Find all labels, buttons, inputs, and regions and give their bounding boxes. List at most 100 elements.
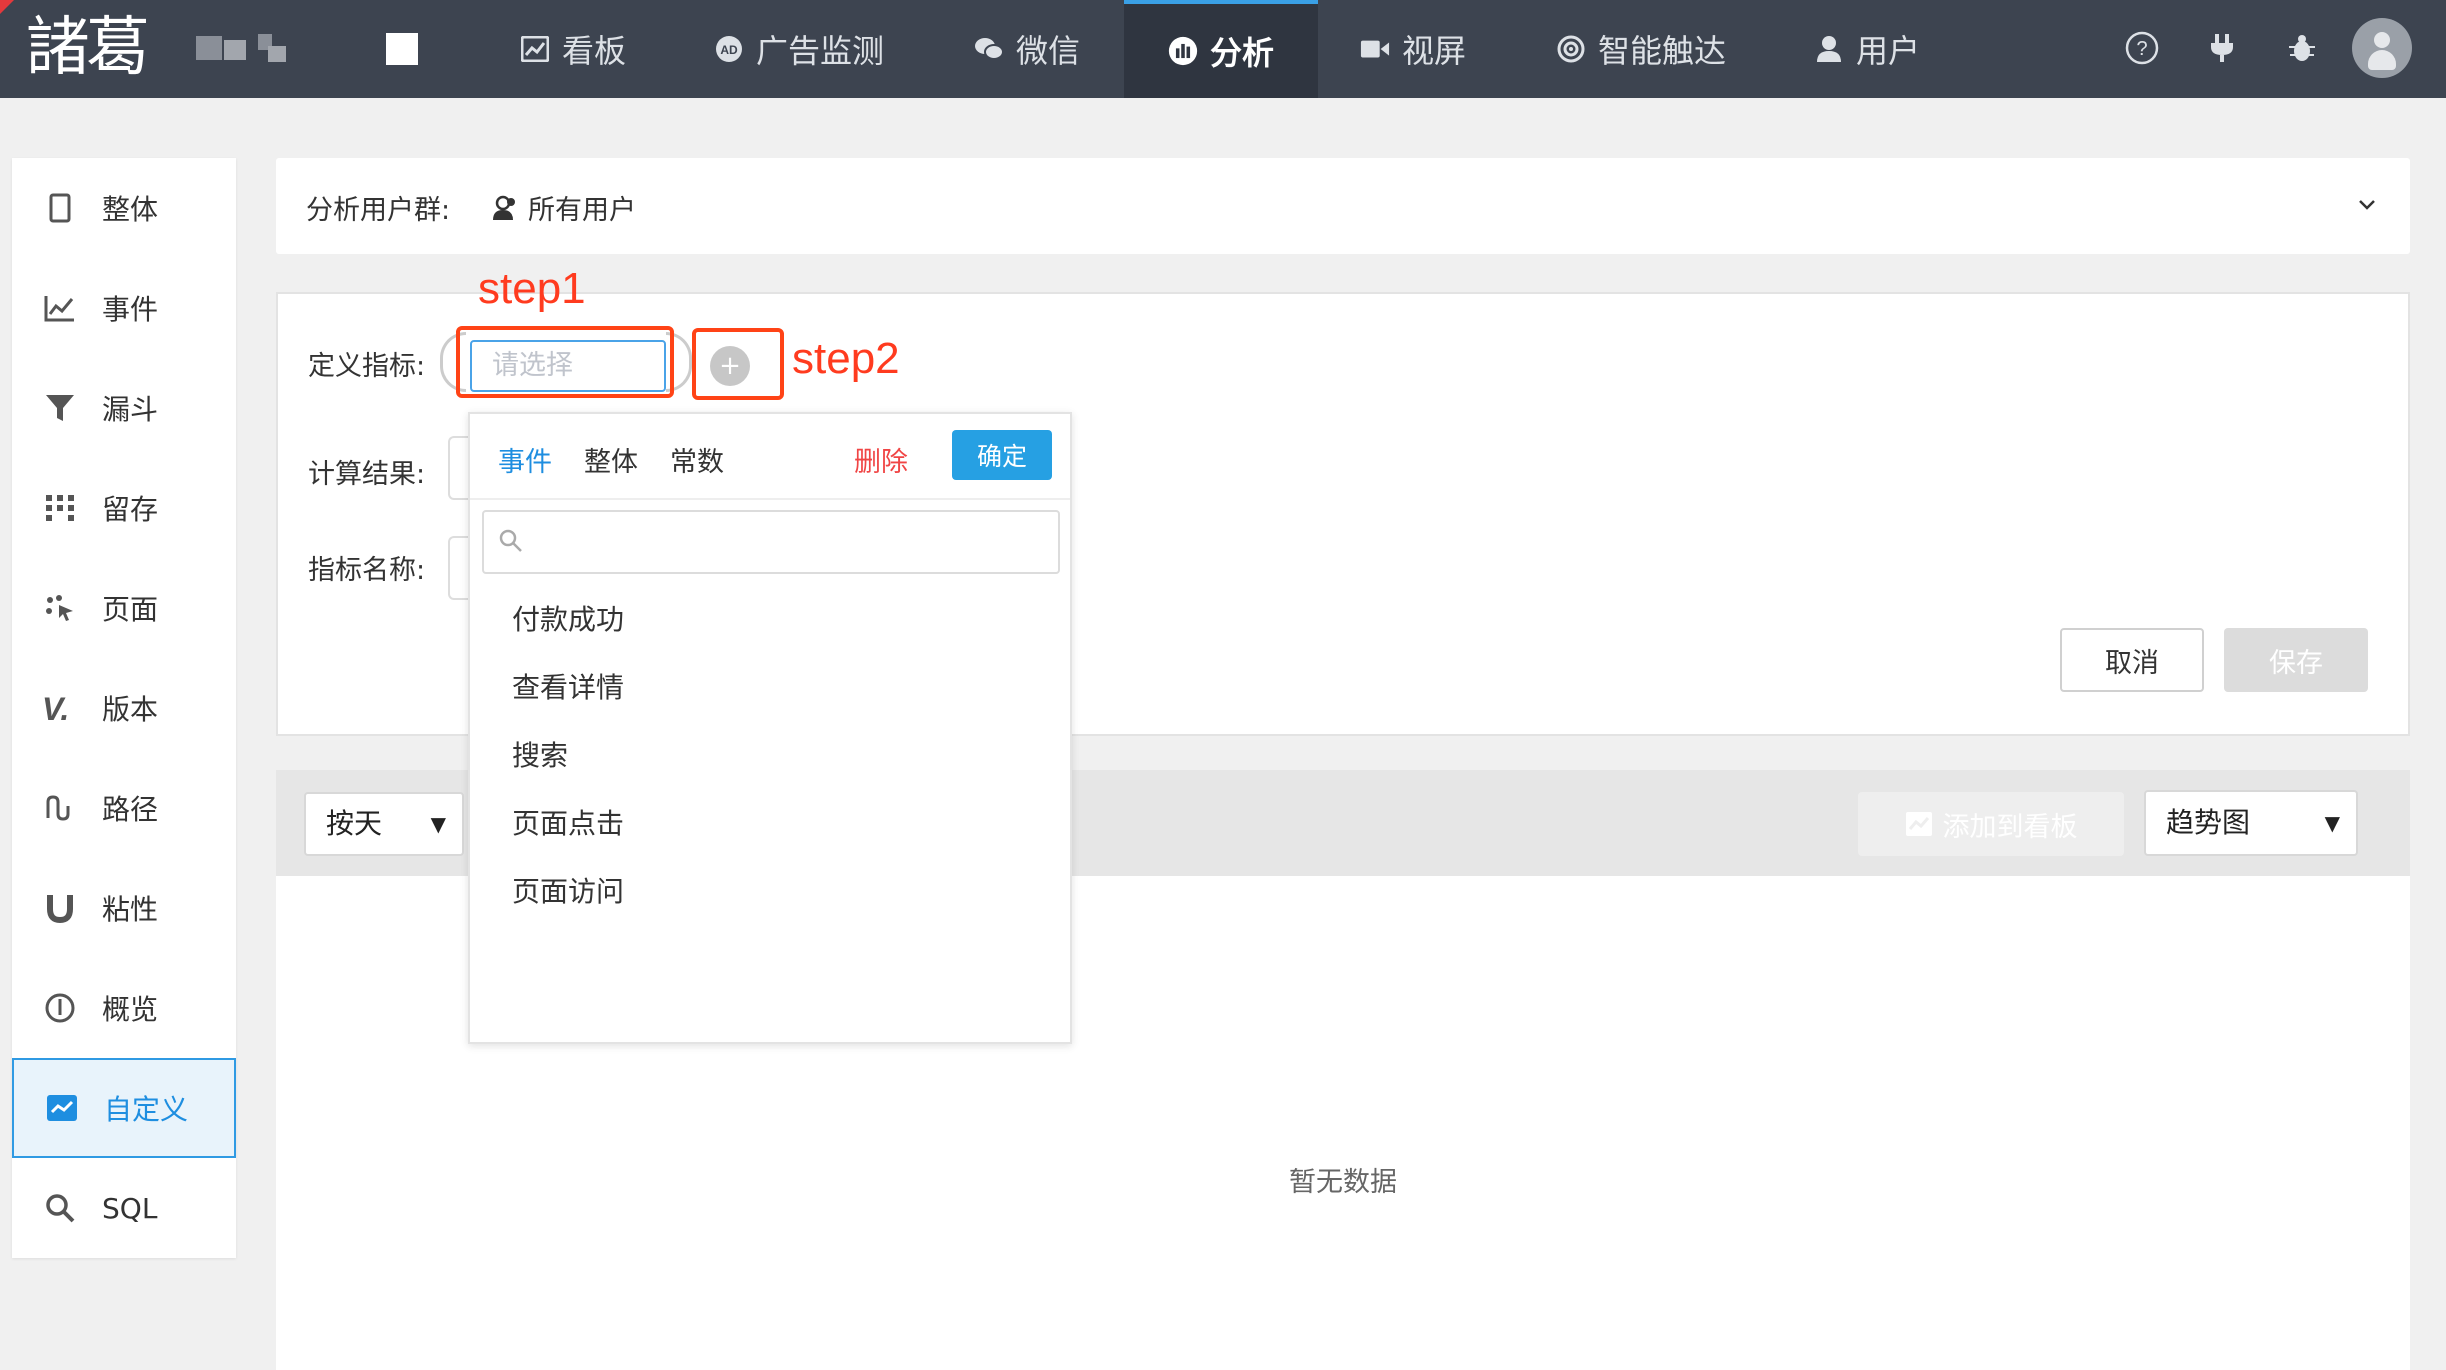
sidebar-item-label: 粘性 bbox=[102, 893, 159, 926]
save-button[interactable]: 保存 bbox=[2224, 628, 2368, 692]
sidebar-item-sql[interactable]: SQL bbox=[12, 1158, 236, 1258]
sidebar-item-retention[interactable]: 留存 bbox=[12, 458, 236, 558]
caret-down-icon: ▼ bbox=[430, 812, 446, 836]
dropdown-list-item[interactable]: 页面访问 bbox=[512, 870, 624, 910]
chart-type-select[interactable]: 趋势图 ▼ bbox=[2144, 790, 2358, 856]
nav-item-wechat[interactable]: 微信 bbox=[974, 0, 1080, 98]
add-to-board-label: 添加到看板 bbox=[1942, 811, 2078, 843]
nav-item-label: 视屏 bbox=[1402, 32, 1467, 70]
analysis-icon bbox=[1168, 36, 1198, 66]
magnet-icon bbox=[40, 893, 80, 923]
nav-item-label: 看板 bbox=[562, 32, 627, 70]
add-to-board-button[interactable]: 添加到看板 bbox=[1858, 792, 2124, 856]
logo-corner-mark bbox=[0, 0, 14, 14]
path-icon bbox=[40, 794, 80, 822]
sidebar-item-label: 页面 bbox=[102, 593, 159, 626]
user-group-label: 分析用户群: bbox=[306, 195, 451, 226]
user-group-value-text: 所有用户 bbox=[528, 195, 636, 226]
metric-label: 定义指标: bbox=[308, 351, 426, 382]
search-icon bbox=[40, 1193, 80, 1223]
dropdown-list-item[interactable]: 查看详情 bbox=[512, 666, 624, 706]
sidebar-item-overview[interactable]: 概览 bbox=[12, 958, 236, 1058]
svg-text:V.: V. bbox=[42, 693, 69, 723]
top-navigation-bar: 諸葛 看板 AD 广告监测 微信 分析 视屏 智能触达 用户 ? bbox=[0, 0, 2446, 98]
nav-item-ad-monitor[interactable]: AD 广告监测 bbox=[714, 0, 884, 98]
add-operand-button[interactable]: + bbox=[710, 346, 750, 386]
sidebar-item-version[interactable]: V. 版本 bbox=[12, 658, 236, 758]
dropdown-divider bbox=[470, 498, 1070, 500]
user-group-bar[interactable]: 分析用户群: 所有用户 bbox=[276, 158, 2410, 254]
overview-icon bbox=[40, 993, 80, 1023]
help-icon[interactable]: ? bbox=[2122, 28, 2162, 68]
avatar-head-shape bbox=[2374, 32, 2390, 48]
page-icon bbox=[40, 595, 80, 621]
nav-item-label: 分析 bbox=[1209, 34, 1274, 72]
nav-item-label: 广告监测 bbox=[756, 32, 885, 70]
video-icon bbox=[1360, 34, 1390, 64]
custom-icon bbox=[42, 1094, 82, 1122]
nav-item-dashboard[interactable]: 看板 bbox=[520, 0, 626, 98]
plugin-icon[interactable] bbox=[2202, 28, 2242, 68]
avatar[interactable] bbox=[2352, 18, 2412, 78]
line-chart-icon bbox=[40, 294, 80, 322]
nav-item-analysis[interactable]: 分析 bbox=[1124, 0, 1318, 98]
chevron-down-icon[interactable] bbox=[2358, 188, 2376, 218]
name-label: 指标名称: bbox=[308, 555, 426, 586]
dropdown-tab-constant[interactable]: 常数 bbox=[670, 440, 724, 479]
sidebar-item-label: SQL bbox=[102, 1191, 158, 1225]
step1-highlight-box bbox=[456, 326, 674, 398]
svg-text:?: ? bbox=[2136, 38, 2147, 60]
dropdown-list-item[interactable]: 搜索 bbox=[512, 734, 568, 774]
bug-icon[interactable] bbox=[2282, 28, 2322, 68]
granularity-value: 按天 bbox=[326, 807, 383, 840]
project-switch-icon[interactable] bbox=[386, 33, 418, 65]
sidebar-item-path[interactable]: 路径 bbox=[12, 758, 236, 858]
dropdown-tab-event[interactable]: 事件 bbox=[498, 440, 552, 479]
dropdown-tab-overall[interactable]: 整体 bbox=[584, 440, 638, 479]
sidebar-item-label: 概览 bbox=[102, 993, 159, 1026]
dashboard-icon bbox=[520, 34, 550, 64]
chart-type-value: 趋势图 bbox=[2166, 806, 2251, 839]
nav-item-label: 用户 bbox=[1856, 32, 1921, 70]
version-icon: V. bbox=[40, 693, 80, 723]
blurred-project-name[interactable] bbox=[196, 32, 292, 64]
sidebar-item-page[interactable]: 页面 bbox=[12, 558, 236, 658]
metric-name-input[interactable] bbox=[448, 536, 468, 600]
nav-item-label: 微信 bbox=[1016, 32, 1081, 70]
sidebar-item-funnel[interactable]: 漏斗 bbox=[12, 358, 236, 458]
sidebar-item-label: 留存 bbox=[102, 493, 159, 526]
step2-annotation: step2 bbox=[792, 334, 900, 383]
board-icon bbox=[1905, 811, 1933, 837]
dropdown-list-item[interactable]: 付款成功 bbox=[512, 598, 624, 638]
dropdown-delete-button[interactable]: 删除 bbox=[854, 440, 908, 479]
sidebar-item-custom[interactable]: 自定义 bbox=[12, 1058, 236, 1158]
sidebar-item-event[interactable]: 事件 bbox=[12, 258, 236, 358]
step1-annotation: step1 bbox=[478, 264, 586, 313]
cancel-button[interactable]: 取消 bbox=[2060, 628, 2204, 692]
user-group-icon bbox=[492, 194, 520, 222]
nav-item-smart-reach[interactable]: 智能触达 bbox=[1556, 0, 1726, 98]
sidebar-item-overall[interactable]: 整体 bbox=[12, 158, 236, 258]
dropdown-search-input[interactable] bbox=[482, 510, 1060, 574]
sidebar-item-label: 漏斗 bbox=[102, 393, 159, 426]
result-label: 计算结果: bbox=[308, 459, 426, 490]
svg-text:AD: AD bbox=[720, 43, 738, 57]
nav-item-video[interactable]: 视屏 bbox=[1360, 0, 1466, 98]
user-group-value[interactable]: 所有用户 bbox=[492, 188, 636, 227]
search-icon bbox=[498, 528, 524, 558]
funnel-icon bbox=[40, 393, 80, 423]
granularity-select[interactable]: 按天 ▼ bbox=[304, 792, 464, 856]
dropdown-confirm-button[interactable]: 确定 bbox=[952, 430, 1052, 480]
nav-item-label: 智能触达 bbox=[1598, 32, 1727, 70]
app-logo[interactable]: 諸葛 bbox=[26, 8, 150, 88]
sidebar-item-stickiness[interactable]: 粘性 bbox=[12, 858, 236, 958]
target-icon bbox=[1556, 34, 1586, 64]
empty-state-text: 暂无数据 bbox=[1289, 1167, 1397, 1198]
nav-item-user[interactable]: 用户 bbox=[1814, 0, 1920, 98]
dropdown-list-item[interactable]: 页面点击 bbox=[512, 802, 624, 842]
sidebar-item-label: 整体 bbox=[102, 193, 159, 226]
avatar-body-shape bbox=[2368, 50, 2396, 70]
sidebar-item-label: 自定义 bbox=[104, 1093, 189, 1126]
sidebar-item-label: 事件 bbox=[102, 293, 159, 326]
result-input[interactable] bbox=[448, 436, 468, 500]
